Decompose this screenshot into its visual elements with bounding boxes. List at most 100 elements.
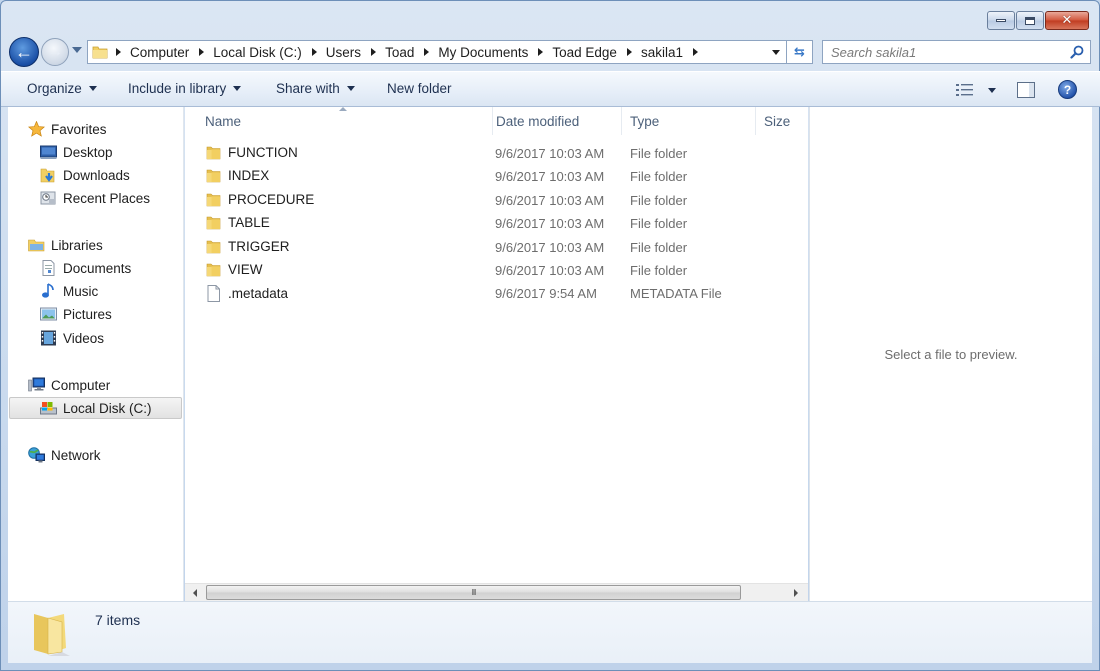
file-row[interactable]: INDEX 9/6/2017 10:03 AM File folder bbox=[185, 165, 805, 188]
sidebar-item-computer[interactable]: Computer bbox=[28, 374, 110, 396]
breadcrumb-item[interactable]: Local Disk (C:) bbox=[199, 45, 312, 60]
file-icon bbox=[206, 285, 228, 303]
chevron-right-icon bbox=[692, 48, 698, 56]
sidebar-item-libraries[interactable]: Libraries bbox=[28, 234, 103, 256]
file-row[interactable]: .metadata 9/6/2017 9:54 AM METADATA File bbox=[185, 282, 805, 305]
organize-button[interactable]: Organize bbox=[27, 81, 97, 96]
folder-icon bbox=[206, 192, 228, 207]
star-icon bbox=[28, 121, 45, 137]
file-name-cell[interactable]: FUNCTION bbox=[206, 145, 298, 160]
breadcrumb-item[interactable]: My Documents bbox=[424, 45, 538, 60]
file-name: PROCEDURE bbox=[228, 191, 315, 207]
chevron-right-icon[interactable] bbox=[311, 48, 317, 56]
sidebar-item-recent-places[interactable]: Recent Places bbox=[40, 187, 150, 209]
help-button[interactable]: ? bbox=[1058, 80, 1077, 99]
sidebar-item-local-disk-c[interactable]: Local Disk (C:) bbox=[9, 397, 182, 419]
search-icon[interactable] bbox=[1070, 45, 1084, 59]
chevron-right-icon[interactable] bbox=[371, 48, 377, 56]
file-row[interactable]: TRIGGER 9/6/2017 10:03 AM File folder bbox=[185, 236, 805, 259]
folder-icon bbox=[206, 168, 228, 183]
breadcrumb-label[interactable]: Toad Edge bbox=[552, 45, 617, 60]
sidebar-item-favorites[interactable]: Favorites bbox=[28, 118, 107, 140]
breadcrumb-item[interactable]: Computer bbox=[116, 45, 199, 60]
recent-locations-dropdown[interactable] bbox=[72, 47, 82, 53]
breadcrumb: Computer Local Disk (C:) Users Toad My Docum… bbox=[116, 45, 707, 60]
file-name-cell[interactable]: VIEW bbox=[206, 262, 263, 277]
file-row[interactable]: TABLE 9/6/2017 10:03 AM File folder bbox=[185, 212, 805, 235]
file-name-cell[interactable]: TABLE bbox=[206, 215, 270, 230]
include-in-library-label: Include in library bbox=[128, 81, 227, 96]
breadcrumb-label[interactable]: Computer bbox=[130, 45, 189, 60]
preview-pane-toggle[interactable] bbox=[1017, 82, 1035, 98]
type-cell: File folder bbox=[630, 263, 688, 278]
share-with-button[interactable]: Share with bbox=[276, 81, 355, 96]
help-icon: ? bbox=[1063, 82, 1072, 97]
column-header-name[interactable]: Name bbox=[197, 107, 493, 135]
address-bar[interactable]: Computer Local Disk (C:) Users Toad My Docum… bbox=[87, 40, 787, 64]
search-box bbox=[822, 40, 1091, 64]
breadcrumb-label[interactable]: Local Disk (C:) bbox=[213, 45, 302, 60]
sidebar-item-label: Computer bbox=[51, 377, 111, 393]
computer-icon bbox=[28, 377, 45, 393]
scrollbar-thumb[interactable]: III bbox=[206, 585, 741, 600]
date-modified-cell: 9/6/2017 10:03 AM bbox=[495, 216, 605, 232]
search-input[interactable] bbox=[831, 44, 1061, 60]
breadcrumb-label[interactable]: Toad bbox=[385, 45, 414, 60]
chevron-right-icon[interactable] bbox=[116, 48, 121, 56]
back-arrow-icon: ← bbox=[15, 41, 33, 62]
column-header-type[interactable]: Type bbox=[622, 107, 756, 135]
chevron-right-icon[interactable] bbox=[199, 48, 205, 56]
file-name-cell[interactable]: PROCEDURE bbox=[206, 192, 314, 207]
minimize-button[interactable] bbox=[987, 11, 1015, 30]
breadcrumb-label[interactable]: Users bbox=[326, 45, 361, 60]
horizontal-scrollbar[interactable]: III bbox=[185, 583, 808, 601]
chevron-right-icon[interactable] bbox=[538, 48, 544, 56]
column-label: Name bbox=[205, 113, 242, 129]
sidebar-item-videos[interactable]: Videos bbox=[40, 327, 104, 349]
chevron-down-icon bbox=[346, 86, 355, 91]
scroll-right-button[interactable] bbox=[794, 589, 798, 597]
breadcrumb-label[interactable]: My Documents bbox=[438, 45, 528, 60]
back-button[interactable]: ← bbox=[9, 37, 39, 67]
sidebar-item-desktop[interactable]: Desktop bbox=[40, 141, 113, 163]
breadcrumb-item[interactable]: Toad bbox=[371, 45, 424, 60]
refresh-button[interactable]: ⇆ bbox=[787, 40, 813, 64]
sidebar-item-documents[interactable]: Documents bbox=[40, 257, 131, 279]
include-in-library-button[interactable]: Include in library bbox=[128, 81, 242, 96]
breadcrumb-item[interactable]: Users bbox=[311, 45, 371, 60]
share-with-label: Share with bbox=[276, 81, 340, 96]
documents-icon bbox=[40, 260, 57, 276]
address-dropdown-button[interactable] bbox=[772, 50, 780, 55]
network-icon bbox=[28, 447, 45, 463]
details-view-icon bbox=[956, 84, 973, 96]
forward-arrow-icon: → bbox=[47, 43, 63, 60]
sidebar-item-downloads[interactable]: Downloads bbox=[40, 164, 130, 186]
chevron-right-icon[interactable] bbox=[626, 48, 632, 56]
new-folder-button[interactable]: New folder bbox=[387, 81, 452, 96]
new-folder-label: New folder bbox=[387, 81, 452, 96]
column-header-date-modified[interactable]: Date modified bbox=[488, 107, 622, 135]
chevron-right-icon[interactable] bbox=[424, 48, 430, 56]
file-name-cell[interactable]: TRIGGER bbox=[206, 239, 290, 254]
file-name-cell[interactable]: .metadata bbox=[206, 285, 288, 303]
refresh-icon: ⇆ bbox=[794, 44, 805, 59]
breadcrumb-item[interactable]: Toad Edge bbox=[538, 45, 627, 60]
file-row[interactable]: FUNCTION 9/6/2017 10:03 AM File folder bbox=[185, 142, 805, 165]
date-modified-cell: 9/6/2017 10:03 AM bbox=[495, 192, 605, 208]
close-button[interactable]: ✕ bbox=[1045, 11, 1089, 30]
column-header-size[interactable]: Size bbox=[756, 107, 806, 135]
sidebar-item-network[interactable]: Network bbox=[28, 444, 101, 466]
file-name-cell[interactable]: INDEX bbox=[206, 168, 269, 183]
sidebar-item-music[interactable]: Music bbox=[40, 280, 98, 302]
breadcrumb-item[interactable]: sakila1 bbox=[626, 45, 693, 60]
sidebar-item-pictures[interactable]: Pictures bbox=[40, 303, 112, 325]
maximize-button[interactable] bbox=[1016, 11, 1044, 30]
preview-pane: Select a file to preview. bbox=[809, 107, 1092, 601]
breadcrumb-children-dropdown[interactable] bbox=[692, 48, 707, 56]
breadcrumb-label[interactable]: sakila1 bbox=[641, 45, 683, 60]
change-view-button[interactable] bbox=[956, 83, 996, 97]
forward-button[interactable]: → bbox=[41, 38, 69, 66]
file-row[interactable]: VIEW 9/6/2017 10:03 AM File folder bbox=[185, 259, 805, 282]
file-row[interactable]: PROCEDURE 9/6/2017 10:03 AM File folder bbox=[185, 189, 805, 212]
scroll-left-button[interactable] bbox=[193, 589, 197, 597]
